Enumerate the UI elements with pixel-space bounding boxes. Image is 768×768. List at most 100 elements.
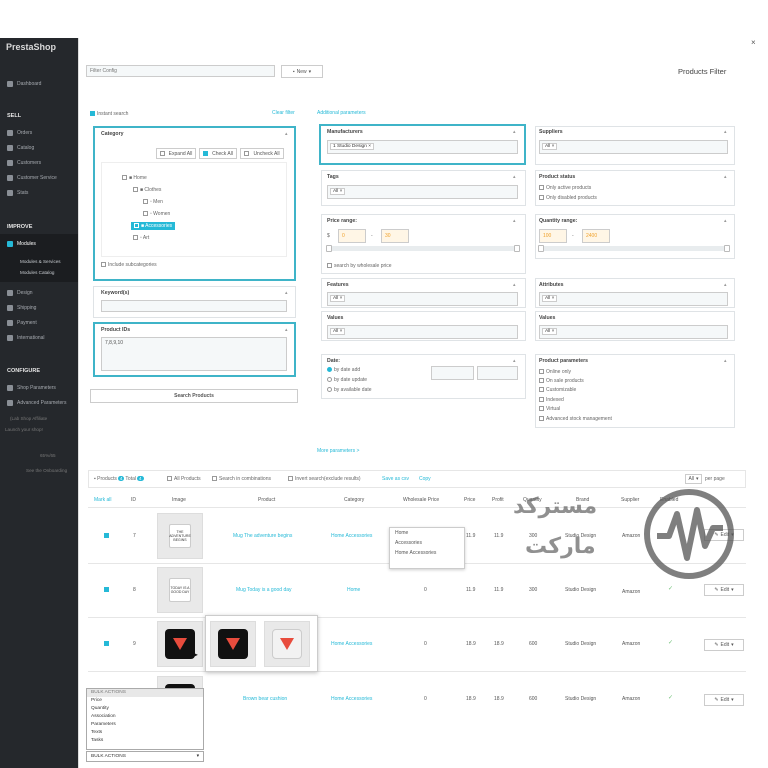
sidebar-item-shop-parameters[interactable]: Shop Parameters [7, 385, 56, 391]
collapse-icon[interactable]: ▴ [724, 174, 727, 180]
category-option[interactable]: Accessories [390, 538, 464, 548]
slider-handle[interactable] [326, 245, 332, 252]
category-option[interactable]: Home Accessories [390, 548, 464, 558]
date-update-radio[interactable]: by date update [327, 377, 367, 383]
mark-all-link[interactable]: Mark all [94, 497, 112, 503]
product-image[interactable]: THE ADVENTURE BEGINS [157, 513, 203, 559]
row-checkbox[interactable] [104, 533, 111, 539]
col-product[interactable]: Product [258, 497, 275, 503]
sidebar-item-international[interactable]: International [7, 335, 45, 341]
collapse-icon[interactable]: ▴ [724, 358, 727, 364]
manufacturers-select[interactable]: 1 Studio Design × [327, 140, 518, 154]
bulk-option[interactable]: Tasks [87, 737, 203, 745]
new-button[interactable]: ▪ New ▾ [281, 65, 323, 78]
collapse-icon[interactable]: ▴ [513, 358, 516, 364]
collapse-icon[interactable]: ▴ [513, 174, 516, 180]
collapse-icon[interactable]: ▴ [513, 129, 516, 135]
sidebar-item-stats[interactable]: Stats [7, 190, 28, 196]
supplier-tag[interactable]: All × [542, 143, 558, 150]
collapse-icon[interactable]: ▴ [724, 218, 727, 224]
collapse-icon[interactable]: ▴ [513, 218, 516, 224]
tree-item-men[interactable]: ▫ Men [143, 199, 163, 205]
product-name-link[interactable]: Brown bear cushion [243, 696, 287, 702]
enabled-check-icon[interactable]: ✓ [668, 694, 673, 701]
bulk-option[interactable]: Association [87, 713, 203, 721]
sidebar-sub-modules-catalog[interactable]: Modules Catalog [20, 270, 54, 275]
category-option[interactable]: Home [390, 528, 464, 538]
col-profit[interactable]: Profit [492, 497, 504, 503]
instant-search-checkbox[interactable]: Instant search [90, 111, 128, 117]
quantity-max-input[interactable]: 2400 [582, 229, 610, 243]
bulk-option[interactable]: Parameters [87, 721, 203, 729]
bulk-option[interactable]: Quantity [87, 705, 203, 713]
category-link[interactable]: Home [347, 587, 360, 593]
category-link[interactable]: Home Accessories [331, 533, 372, 539]
values-select-left[interactable]: All × [327, 325, 518, 339]
sidebar-item-dashboard[interactable]: Dashboard [7, 81, 41, 87]
include-subcategories-checkbox[interactable]: Include subcategories [101, 262, 157, 268]
row-checkbox[interactable] [104, 641, 111, 647]
per-page-select[interactable]: All ▾ [685, 474, 702, 484]
date-from-input[interactable] [431, 366, 474, 380]
filter-config-input[interactable] [86, 65, 275, 77]
collapse-icon[interactable]: ▴ [724, 129, 727, 135]
sidebar-item-payment[interactable]: Payment [7, 320, 37, 326]
row-checkbox[interactable] [104, 587, 111, 593]
features-select[interactable]: All × [327, 292, 518, 306]
edit-button[interactable]: ✎ Edit ▾ [704, 639, 744, 651]
price-slider[interactable] [326, 245, 520, 252]
product-name-link[interactable]: Mug Today is a good day [236, 587, 292, 593]
col-id[interactable]: ID [131, 497, 136, 503]
sidebar-affiliate[interactable]: (Lab Shop Affiliate [10, 416, 47, 421]
more-parameters-link[interactable]: More parameters > [317, 448, 359, 454]
product-image[interactable]: TODAY IS A GOOD DAY [157, 567, 203, 613]
see-onboarding-link[interactable]: See the Onboarding [26, 468, 67, 473]
col-wholesale[interactable]: Wholesale Price [403, 497, 439, 503]
search-combinations-checkbox[interactable]: Search in combinations [212, 476, 271, 482]
sidebar-item-modules[interactable]: Modules [7, 241, 36, 247]
bulk-actions-select[interactable]: BULK ACTIONS ▾ [86, 751, 204, 762]
param-indexed[interactable]: Indexed [539, 397, 564, 403]
bulk-option[interactable]: Price [87, 697, 203, 705]
collapse-icon[interactable]: ▴ [285, 131, 288, 137]
collapse-icon[interactable]: ▴ [513, 282, 516, 288]
param-virtual[interactable]: Virtual [539, 406, 560, 412]
slider-handle[interactable] [538, 245, 544, 252]
expand-all-button[interactable]: Expand All [156, 148, 196, 159]
keywords-input[interactable] [101, 300, 287, 312]
collapse-icon[interactable]: ▴ [285, 327, 288, 333]
tree-item-women[interactable]: ▫ Women [143, 211, 170, 217]
save-csv-link[interactable]: Save as csv [382, 476, 409, 482]
price-min-input[interactable]: 0 [338, 229, 366, 243]
only-disabled-checkbox[interactable]: Only disabled products [539, 195, 597, 201]
tree-item-home[interactable]: ■ Home [122, 175, 147, 181]
collapse-icon[interactable]: ▴ [285, 290, 288, 296]
manufacturer-tag[interactable]: 1 Studio Design × [330, 143, 375, 150]
param-advanced-stock[interactable]: Advanced stock management [539, 416, 612, 422]
date-add-radio[interactable]: by date add [327, 367, 360, 373]
all-products-checkbox[interactable]: All Products [167, 476, 201, 482]
clear-filter-link[interactable]: Clear filter [272, 110, 295, 116]
wholesale-checkbox[interactable]: search by wholesale price [327, 263, 392, 269]
only-active-checkbox[interactable]: Only active products [539, 185, 591, 191]
tree-item-clothes[interactable]: ■ Clothes [133, 187, 161, 193]
col-price[interactable]: Price [464, 497, 475, 503]
tags-select[interactable]: All × [327, 185, 518, 199]
col-category[interactable]: Category [344, 497, 364, 503]
category-link[interactable]: Home Accessories [331, 641, 372, 647]
param-customizable[interactable]: Customizable [539, 387, 576, 393]
attributes-select[interactable]: All × [539, 292, 728, 306]
tree-item-art[interactable]: ▫ Art [133, 235, 149, 241]
sidebar-item-catalog[interactable]: Catalog [7, 145, 34, 151]
tree-item-accessories[interactable]: ■ Accessories [131, 222, 176, 230]
sidebar-item-shipping[interactable]: Shipping [7, 305, 36, 311]
price-max-input[interactable]: 30 [381, 229, 409, 243]
values-select-right[interactable]: All × [539, 325, 728, 339]
param-online-only[interactable]: Online only [539, 369, 571, 375]
bulk-option[interactable]: Texts [87, 729, 203, 737]
slider-handle[interactable] [514, 245, 520, 252]
value-tag[interactable]: All × [542, 328, 558, 335]
check-all-button[interactable]: Check All [199, 148, 237, 159]
sidebar-sub-modules-services[interactable]: Modules & Services [20, 259, 61, 264]
search-products-button[interactable]: Search Products [90, 389, 298, 403]
